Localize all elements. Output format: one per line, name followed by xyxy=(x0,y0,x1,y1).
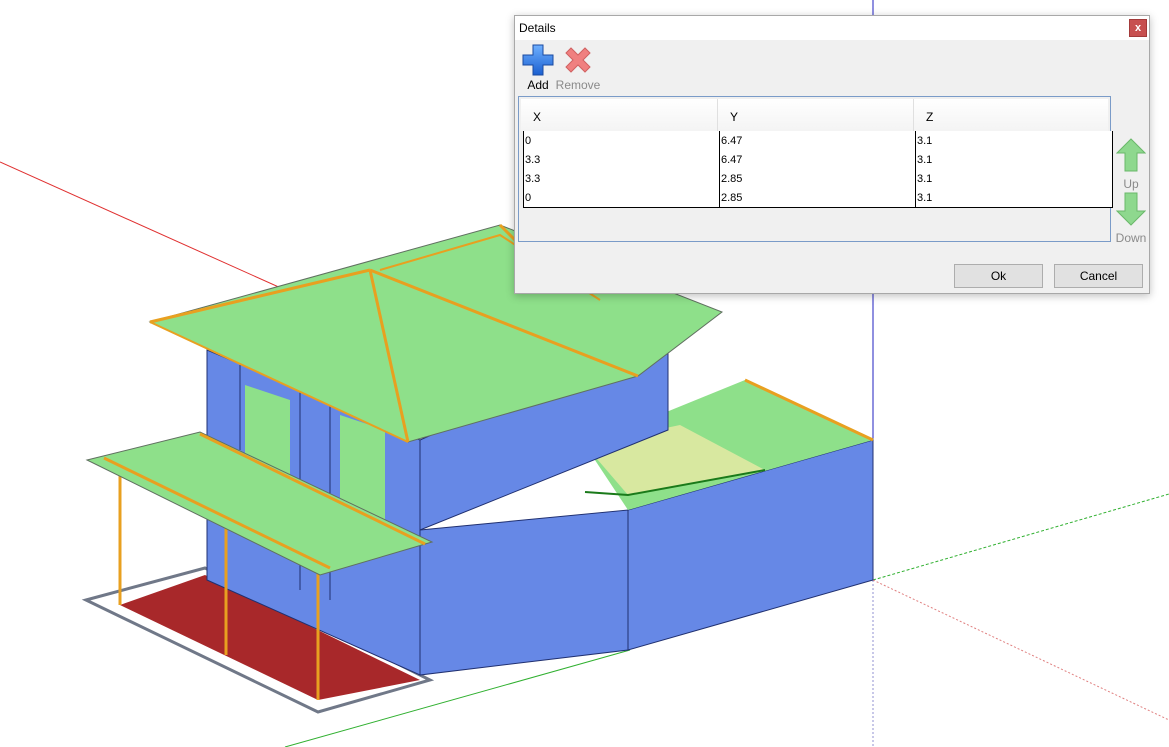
move-down-button[interactable]: Down xyxy=(1115,192,1147,245)
annex-left-wall xyxy=(419,509,629,676)
cell-y[interactable]: 2.85 xyxy=(720,188,916,207)
close-button[interactable]: x xyxy=(1129,19,1147,37)
remove-button[interactable]: Remove xyxy=(554,44,602,92)
title-bar: Details x xyxy=(515,16,1149,40)
table-row[interactable]: 0 6.47 3.1 xyxy=(523,131,1113,151)
table-row[interactable]: 3.3 6.47 3.1 xyxy=(523,150,1113,170)
x-icon xyxy=(565,47,591,73)
table-header: X Y Z xyxy=(521,99,1108,131)
green-axis xyxy=(872,493,1169,581)
cell-x[interactable]: 3.3 xyxy=(523,150,720,169)
table-row[interactable]: 3.3 2.85 3.1 xyxy=(523,169,1113,189)
arrow-up-icon xyxy=(1115,138,1147,172)
plus-icon xyxy=(522,44,554,76)
up-label: Up xyxy=(1123,177,1139,191)
column-header-y[interactable]: Y xyxy=(718,99,914,131)
dialog-title: Details xyxy=(519,21,556,35)
column-header-x[interactable]: X xyxy=(521,99,718,131)
cell-y[interactable]: 6.47 xyxy=(720,131,916,150)
cell-z[interactable]: 3.1 xyxy=(916,150,1113,169)
details-dialog: Details x Add Remove X Y Z 0 6.47 3.1 3.… xyxy=(514,15,1150,294)
cell-x[interactable]: 3.3 xyxy=(523,169,720,188)
cell-z[interactable]: 3.1 xyxy=(916,131,1113,150)
cell-x[interactable]: 0 xyxy=(523,188,720,207)
down-label: Down xyxy=(1115,231,1147,245)
ok-button[interactable]: Ok xyxy=(954,264,1043,288)
move-up-button[interactable]: Up xyxy=(1115,138,1147,191)
cell-z[interactable]: 3.1 xyxy=(916,169,1113,188)
red-axis-dotted xyxy=(872,579,1169,721)
coordinates-table: X Y Z 0 6.47 3.1 3.3 6.47 3.1 3.3 2.85 3… xyxy=(518,96,1113,242)
remove-label: Remove xyxy=(555,78,601,92)
arrow-down-icon xyxy=(1115,192,1147,226)
cell-z[interactable]: 3.1 xyxy=(916,188,1113,207)
cancel-button[interactable]: Cancel xyxy=(1054,264,1143,288)
cell-x[interactable]: 0 xyxy=(523,131,720,150)
cell-y[interactable]: 6.47 xyxy=(720,150,916,169)
cell-y[interactable]: 2.85 xyxy=(720,169,916,188)
column-header-z[interactable]: Z xyxy=(914,99,1108,131)
table-row[interactable]: 0 2.85 3.1 xyxy=(523,188,1113,208)
